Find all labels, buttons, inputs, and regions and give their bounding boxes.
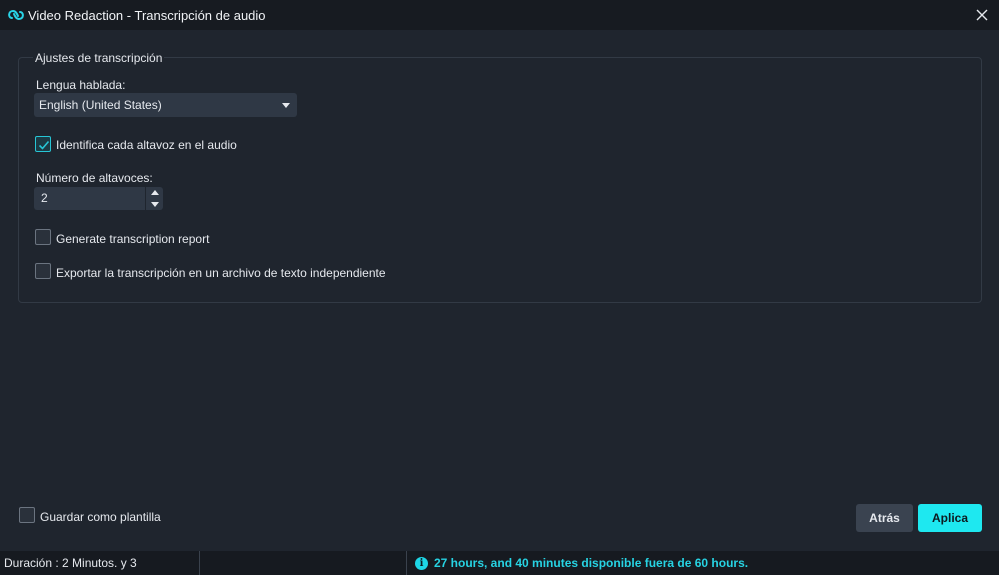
window-title: Video Redaction - Transcripción de audio <box>28 8 266 23</box>
export-checkbox[interactable] <box>35 263 51 279</box>
title-bar: Video Redaction - Transcripción de audio <box>0 0 999 30</box>
checkmark-icon <box>38 140 50 150</box>
report-checkbox[interactable] <box>35 229 51 245</box>
stepper-down-button[interactable] <box>146 199 163 211</box>
export-label: Exportar la transcripción en un archivo … <box>56 266 386 280</box>
app-logo-icon <box>8 9 24 21</box>
speaker-count-stepper[interactable]: 2 <box>34 187 163 210</box>
close-icon[interactable] <box>976 9 988 21</box>
stepper-up-button[interactable] <box>146 187 163 199</box>
speaker-count-value[interactable]: 2 <box>34 187 145 210</box>
close-button[interactable] <box>971 4 993 26</box>
save-template-checkbox[interactable] <box>19 507 35 523</box>
report-label: Generate transcription report <box>56 232 210 246</box>
dialog-body: Ajustes de transcripción Lengua hablada:… <box>0 30 999 551</box>
back-button[interactable]: Atrás <box>856 504 913 532</box>
quota-text: 27 hours, and 40 minutes disponible fuer… <box>434 556 749 570</box>
arrow-down-icon <box>150 201 159 207</box>
language-label: Lengua hablada: <box>36 78 126 92</box>
group-title: Ajustes de transcripción <box>33 51 165 65</box>
stepper-buttons <box>145 187 163 210</box>
quota-info: i 27 hours, and 40 minutes disponible fu… <box>415 551 748 575</box>
speaker-count-label: Número de altavoces: <box>36 171 153 185</box>
identify-speakers-label: Identifica cada altavoz en el audio <box>56 138 237 152</box>
duration-text: Duración : 2 Minutos. y 3 Segundos.. <box>0 551 200 575</box>
arrow-up-icon <box>150 190 159 196</box>
save-template-label: Guardar como plantilla <box>40 510 161 524</box>
status-bar: Duración : 2 Minutos. y 3 Segundos.. i 2… <box>0 551 999 575</box>
apply-button[interactable]: Aplica <box>918 504 982 532</box>
chevron-down-icon <box>282 103 290 108</box>
identify-speakers-checkbox[interactable] <box>35 136 51 152</box>
language-select[interactable]: English (United States) <box>34 93 297 117</box>
info-icon: i <box>415 556 428 570</box>
language-select-value: English (United States) <box>39 98 162 112</box>
status-divider <box>406 551 407 575</box>
